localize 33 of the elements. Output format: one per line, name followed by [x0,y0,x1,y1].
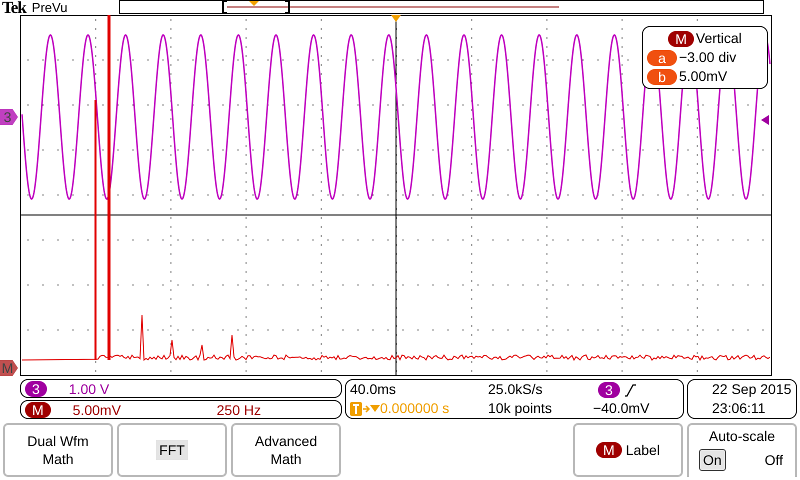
brand-logo: Tek [2,0,26,15]
frequency-readout: 250 Hz [216,402,261,418]
autoscale-option[interactable]: On [699,449,726,471]
trigger-level: −40.0mV [593,399,650,418]
label-button[interactable]: M Label [573,423,683,477]
channel-marker: M [0,360,18,376]
cursor-badge: a [647,50,677,66]
channel-badge: M [25,402,51,418]
math-badge: M [668,30,694,46]
trigger-offset-icon [350,402,380,416]
channel-marker: 3 [0,109,18,125]
vertical-scale: 5.00mV [72,402,121,418]
menu-button[interactable]: Advanced Math [231,423,341,477]
time-scale: 40.0ms [350,380,396,399]
time-text: 23:06:11 [712,399,766,418]
autoscale-title: Auto-scale [708,428,776,444]
trigger-level-icon [761,115,769,125]
readout-value: −3.00 div [679,48,736,67]
date-text: 22 Sep 2015 [712,380,792,399]
record-length: 10k points [488,399,552,418]
cursor-badge: b [647,68,677,84]
menu-button[interactable]: FFT [117,423,227,477]
menu-button[interactable]: Dual Wfm Math [3,423,113,477]
trigger-position: 0.000000 s [380,399,450,418]
readout-value: 5.00mV [679,67,728,86]
readout-title: Vertical [696,29,742,48]
sample-rate: 25.0kS/s [488,380,542,399]
trigger-source-badge: 3 [598,382,620,398]
channel-badge: 3 [25,380,47,396]
acquisition-status: PreVu [32,0,68,15]
math-badge: M [596,442,622,458]
vertical-scale: 1.00 V [68,380,110,396]
rising-edge-icon [622,382,637,396]
